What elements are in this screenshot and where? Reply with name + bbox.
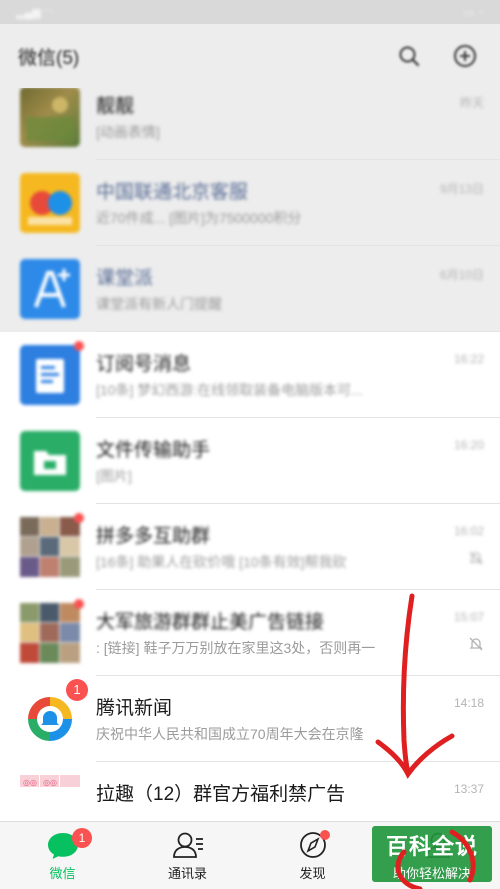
watermark-logo: 百科全说 助你轻松解决 bbox=[372, 826, 492, 882]
chats-header: 微信(5) bbox=[0, 24, 500, 88]
avatar bbox=[20, 173, 80, 233]
chat-time: 9月13日 bbox=[439, 182, 484, 196]
avatar bbox=[20, 341, 84, 405]
unread-badge: 1 bbox=[66, 679, 88, 701]
tab-label: 发现 bbox=[299, 866, 326, 881]
avatar: 1 bbox=[20, 679, 88, 749]
chat-preview: 课堂派有新人门提醒 bbox=[96, 296, 222, 312]
chat-name: 腾讯新闻 bbox=[96, 698, 173, 719]
chat-preview: [16条] 助果人在砍价哦 [10条有效]帮我砍 bbox=[96, 554, 347, 570]
chat-time: 16:02 bbox=[453, 524, 484, 538]
chat-preview: [动画表情] bbox=[96, 124, 160, 140]
unread-dot bbox=[74, 513, 84, 523]
watermark-title: 百科全说 bbox=[385, 835, 478, 860]
avatar bbox=[20, 599, 84, 663]
classroom-logo-icon bbox=[34, 269, 70, 308]
tab-discover[interactable]: 发现 bbox=[250, 822, 375, 889]
photo-icon bbox=[26, 97, 74, 141]
chat-time: 6月10日 bbox=[439, 268, 484, 282]
tab-unread-badge: 1 bbox=[72, 828, 92, 848]
chat-preview: : [链接] 鞋子万万别放在家里这3处，否则再一 bbox=[96, 640, 376, 656]
chat-name: 文件传输助手 bbox=[96, 440, 211, 461]
group-grid-icon: ◎◎ ◎◎ bbox=[20, 775, 80, 787]
chat-preview: [图片] bbox=[96, 468, 132, 484]
chat-row[interactable]: 文件传输助手 [图片] 16:20 bbox=[0, 418, 500, 504]
avatar bbox=[20, 88, 80, 147]
svg-text:◎◎: ◎◎ bbox=[23, 778, 37, 787]
signal-icon: ▂▄▆ ◠ bbox=[16, 6, 54, 19]
chat-row[interactable]: 靓靓 [动画表情] 昨天 bbox=[0, 88, 500, 160]
tab-unread-dot bbox=[320, 830, 330, 840]
chat-time: 15:07 bbox=[453, 610, 484, 624]
unread-dot bbox=[74, 341, 84, 351]
tab-contacts[interactable]: 通讯录 bbox=[125, 822, 250, 889]
chat-name: 课堂派 bbox=[96, 268, 154, 289]
tab-label: 通讯录 bbox=[167, 866, 207, 881]
chat-row[interactable]: 订阅号消息 [10条] 梦幻西游:在线领取装备电脑版本可... 16:22 bbox=[0, 332, 500, 418]
chat-row[interactable]: 1 腾讯新闻 庆祝中华人民共和国成立70周年大会在京隆 14:18 bbox=[0, 676, 500, 762]
avatar bbox=[20, 259, 80, 319]
group-grid-icon bbox=[20, 603, 80, 663]
contacts-icon bbox=[172, 832, 203, 858]
subscription-icon bbox=[36, 359, 64, 393]
battery-icon: ▭ ◔ bbox=[463, 6, 484, 19]
chat-time: 13:37 bbox=[453, 782, 484, 796]
tab-chats[interactable]: 1 微信 bbox=[0, 822, 125, 889]
chat-name: 大军旅游群群止美广告链接 bbox=[96, 612, 325, 633]
chat-time: 昨天 bbox=[459, 96, 484, 110]
avatar bbox=[20, 513, 84, 577]
chat-row[interactable]: 课堂派 课堂派有新人门提醒 6月10日 bbox=[0, 246, 500, 332]
svg-text:◎◎: ◎◎ bbox=[43, 778, 57, 787]
chat-name: 中国联通北京客服 bbox=[96, 182, 249, 203]
chat-row[interactable]: 中国联通北京客服 近70件成... [图片]为7500000积分 9月13日 bbox=[0, 160, 500, 246]
page-title: 微信(5) bbox=[18, 47, 80, 69]
folder-icon bbox=[34, 451, 66, 475]
chat-preview: 庆祝中华人民共和国成立70周年大会在京隆 bbox=[96, 726, 364, 742]
chat-row[interactable]: 拼多多互助群 [16条] 助果人在砍价哦 [10条有效]帮我砍 16:02 bbox=[0, 504, 500, 590]
chat-name: 拼多多互助群 bbox=[96, 526, 211, 547]
status-bar: ▂▄▆ ◠ ▭ ◔ bbox=[0, 0, 500, 24]
add-button[interactable] bbox=[448, 39, 482, 73]
chat-time: 16:20 bbox=[453, 438, 484, 452]
plus-circle-icon bbox=[454, 45, 476, 67]
chat-list[interactable]: 靓靓 [动画表情] 昨天 中国联通北京客服 近70件成... [图片]为7500… bbox=[0, 88, 500, 821]
avatar bbox=[20, 431, 80, 491]
tencent-news-logo-icon bbox=[28, 697, 72, 741]
chat-time: 16:22 bbox=[453, 352, 484, 366]
chat-name: 靓靓 bbox=[96, 96, 135, 117]
search-button[interactable] bbox=[392, 39, 426, 73]
avatar: ◎◎ ◎◎ bbox=[20, 775, 80, 821]
tab-label: 微信 bbox=[49, 866, 76, 881]
chat-row[interactable]: ◎◎ ◎◎ 拉趣（12）群官方福利禁广告 13:37 bbox=[0, 762, 500, 821]
chat-name: 订阅号消息 bbox=[96, 354, 192, 375]
unicom-logo-icon bbox=[28, 191, 72, 225]
unread-dot bbox=[74, 599, 84, 609]
watermark-subtitle: 助你轻松解决 bbox=[392, 866, 471, 881]
group-grid-icon bbox=[20, 517, 80, 577]
chat-name: 拉趣（12）群官方福利禁广告 bbox=[96, 784, 346, 805]
mute-bell-icon bbox=[468, 550, 484, 571]
chat-time: 14:18 bbox=[453, 696, 484, 710]
chat-row[interactable]: 大军旅游群群止美广告链接 : [链接] 鞋子万万别放在家里这3处，否则再一 15… bbox=[0, 590, 500, 676]
search-icon bbox=[399, 46, 420, 67]
mute-bell-icon bbox=[468, 636, 484, 657]
chat-preview: 近70件成... [图片]为7500000积分 bbox=[96, 210, 302, 226]
chat-preview: [10条] 梦幻西游:在线领取装备电脑版本可... bbox=[96, 382, 363, 398]
